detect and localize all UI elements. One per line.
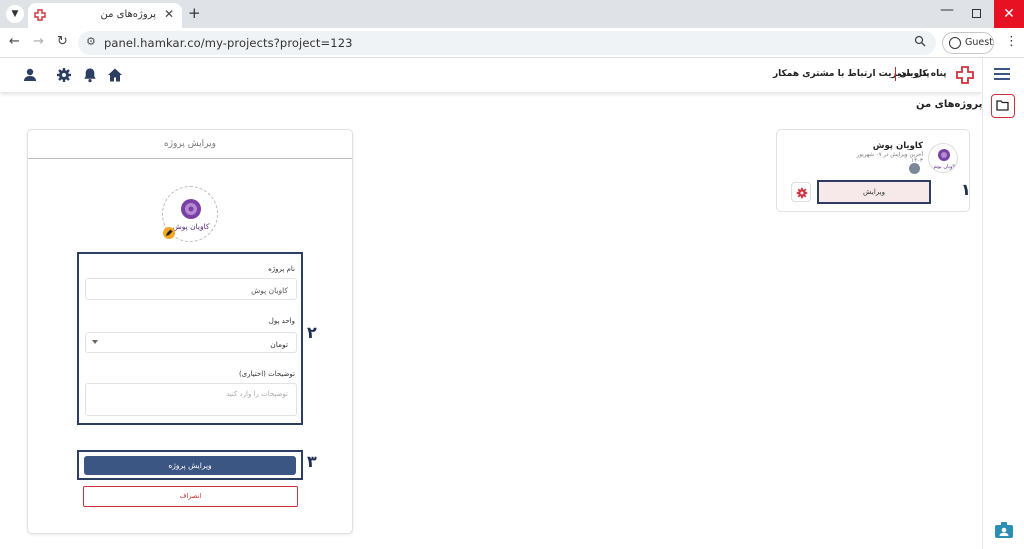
support-badge-icon[interactable] — [994, 521, 1014, 539]
project-logo-icon: کاویان پوش — [932, 149, 957, 170]
window-maximize-icon[interactable] — [972, 9, 981, 18]
folder-icon — [996, 100, 1009, 111]
currency-select[interactable]: تومان — [85, 332, 297, 353]
address-url[interactable]: panel.hamkar.co/my-projects?project=123 — [104, 36, 353, 50]
currency-label: واحد پول — [268, 317, 295, 325]
edit-project-button[interactable]: ویرایش — [817, 180, 931, 204]
panel-title: ویرایش پروژه — [28, 130, 352, 159]
project-last-edit: آخرین ویرایش در ۰۷ شهریور ۱۴۰۳ — [856, 152, 923, 164]
description-label: توضیحات (اختیاری) — [238, 370, 295, 378]
project-name-input[interactable]: کاویان پوش — [85, 278, 297, 300]
member-avatar — [909, 163, 920, 174]
window-close-icon[interactable]: ✕ — [994, 0, 1024, 28]
tab-search-chevron-icon[interactable]: ▼ — [6, 5, 24, 23]
sidebar-item-projects[interactable] — [991, 94, 1015, 118]
name-label: نام پروژه — [268, 265, 295, 273]
brand-divider — [895, 67, 896, 81]
profile-label: Guest — [965, 37, 993, 48]
window-minimize-icon[interactable]: — — [940, 2, 954, 18]
project-form: نام پروژه کاویان پوش واحد پول تومان توضی… — [77, 252, 303, 425]
new-tab-plus-icon[interactable]: + — [188, 4, 201, 22]
profile-button[interactable]: Guest — [942, 32, 994, 54]
brand-logo-icon[interactable] — [956, 66, 974, 84]
project-settings-button[interactable] — [791, 182, 811, 202]
notifications-bell-icon[interactable] — [82, 67, 98, 83]
currency-value: تومان — [270, 340, 288, 349]
browser-toolbar: ← → ↻ ⚙ panel.hamkar.co/my-projects?proj… — [0, 28, 1024, 58]
hamburger-menu-icon[interactable] — [994, 68, 1010, 80]
edit-logo-button[interactable] — [163, 227, 175, 239]
browser-tabstrip: ▼ پروژه‌های من ✕ + — ✕ — [0, 0, 1024, 28]
app-header: پنل مدیریت ارتباط با مشتری همکار پناه کا… — [0, 58, 982, 92]
chevron-down-icon — [92, 340, 98, 344]
submit-highlight: ویرایش پروژه — [77, 450, 303, 480]
right-sidebar — [982, 58, 1024, 549]
project-card[interactable]: کاویان پوش کاویان پوش آخرین ویرایش در ۰۷… — [776, 129, 970, 212]
project-name-value: کاویان پوش — [251, 286, 288, 295]
tab-close-icon[interactable]: ✕ — [164, 7, 174, 21]
step-marker-3: ۳ — [307, 452, 317, 471]
brand-name: پناه کاویان — [899, 69, 947, 79]
submit-edit-button[interactable]: ویرایش پروژه — [84, 456, 296, 475]
settings-gear-icon[interactable] — [56, 67, 72, 83]
description-placeholder: توضیحات را وارد کنید — [226, 390, 288, 398]
pencil-icon — [166, 229, 173, 236]
gear-icon — [796, 187, 808, 199]
description-textarea[interactable]: توضیحات را وارد کنید — [85, 383, 297, 416]
project-card-logo-text: کاویان پوش — [932, 164, 957, 170]
project-name: کاویان پوش — [872, 141, 923, 151]
browser-menu-icon[interactable]: ⋮ — [1005, 34, 1018, 49]
account-circle-icon — [949, 37, 961, 49]
edit-project-panel: ویرایش پروژه کاویان پوش نام پروژه کاویان… — [27, 129, 353, 534]
step-marker-1: ۱ — [961, 180, 971, 199]
forward-arrow-icon[interactable]: → — [33, 34, 44, 49]
page-title: پروژه‌های من — [916, 99, 983, 110]
site-info-icon[interactable]: ⚙ — [86, 35, 96, 48]
site-favicon-icon — [34, 9, 46, 21]
project-logo-text: کاویان پوش — [173, 222, 210, 231]
tab-title: پروژه‌های من — [100, 9, 157, 20]
user-profile-icon[interactable] — [22, 67, 38, 83]
zoom-magnifier-icon[interactable] — [914, 35, 926, 47]
home-icon[interactable] — [107, 67, 123, 83]
browser-tab[interactable]: پروژه‌های من ✕ — [28, 3, 182, 28]
back-arrow-icon[interactable]: ← — [9, 34, 20, 49]
cancel-button[interactable]: انصراف — [83, 486, 298, 507]
step-marker-2: ۲ — [307, 323, 317, 342]
address-bar[interactable]: ⚙ panel.hamkar.co/my-projects?project=12… — [78, 31, 936, 55]
reload-icon[interactable]: ↻ — [57, 34, 68, 49]
project-card-logo: کاویان پوش — [928, 143, 958, 173]
